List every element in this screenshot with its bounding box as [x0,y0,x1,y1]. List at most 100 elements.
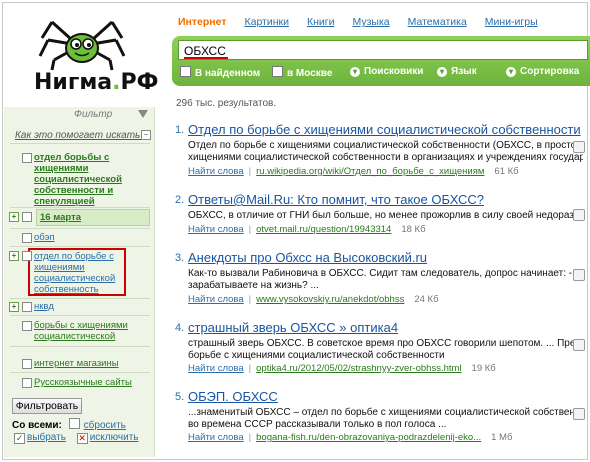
filter-item-obep[interactable]: обэп [34,232,55,243]
filter-checkbox[interactable] [22,378,32,388]
results-count: 296 тыс. результатов. [176,98,277,109]
result-url[interactable]: bogana-fish.ru/den-obrazovaniya-podrazde… [256,432,481,443]
option-label: В найденном [195,68,261,79]
nav-mini-games[interactable]: Мини-игры [485,16,538,28]
result-title-link[interactable]: страшный зверь ОБХСС » оптика4 [188,320,398,335]
filter-item-theft-fight[interactable]: борьбы с хищениями социалистической [34,320,128,342]
filter-item-line: спекуляцией [34,196,95,207]
checkbox-icon[interactable] [272,66,283,77]
search-result: 4. страшный зверь ОБХСС » оптика4 страшн… [175,320,585,380]
option-label: Сортировка [520,66,580,77]
filter-checkbox[interactable] [22,302,32,312]
result-title-link[interactable]: Отдел по борьбе с хищениями социалистиче… [188,122,581,137]
cross-icon[interactable]: ✕ [76,433,88,444]
result-meta: Найти слова | www.vysokovskiy.ru/anekdot/o… [188,294,439,305]
reset-link[interactable]: сбросить [84,420,126,431]
filter-item-russian-sites[interactable]: Русскоязычные сайты [34,377,132,388]
option-language[interactable]: ▾ Язык [437,66,477,77]
option-in-found[interactable]: В найденном [180,66,260,79]
snippet-line: страшный зверь ОБХСС. В советское время … [188,338,583,349]
collapse-icon[interactable]: − [141,130,151,140]
preview-icon[interactable] [573,408,585,420]
result-snippet: ...знаменитый ОБХСС – отдел по борьбе с … [188,407,583,431]
nav-math[interactable]: Математика [408,16,467,28]
spider-icon [38,20,126,71]
filter-item-line: борьбы с хищениями [34,320,128,331]
result-meta: Найти слова | ru.wikipedia.org/wiki/Отдел_… [188,166,519,177]
option-sort[interactable]: ▾ Сортировка [506,66,579,77]
result-title-link[interactable]: ОБЭП. ОБХСС [188,389,278,404]
choose-link[interactable]: выбрать [27,432,66,443]
exclude-link[interactable]: исключить [90,432,139,443]
divider [10,346,150,347]
find-words-link[interactable]: Найти слова [188,363,244,374]
search-result: 2. Ответы@Mail.Ru: Кто помнит, что такое… [175,192,585,242]
preview-icon[interactable] [573,339,585,351]
search-result: 3. Анекдоты про Обхсс на Высоковский.ru … [175,250,585,310]
result-url[interactable]: optika4.ru/2012/05/02/strashnyy-zver-obh… [256,363,461,374]
result-url[interactable]: ru.wikipedia.org/wiki/Отдел_по_борьбе_с_… [256,166,484,177]
filter-item-obhss-dept[interactable]: отдел по борьбе с хищениями социалистиче… [34,251,115,295]
chevron-down-icon: ▾ [437,67,447,77]
filter-item-line: хищениями [34,262,85,273]
filter-item-line: собственности и [34,185,114,196]
result-title-link[interactable]: Ответы@Mail.Ru: Кто помнит, что такое ОБ… [188,192,484,207]
search-input[interactable]: ОБХСС [178,40,588,60]
result-size: 1 Мб [491,432,513,443]
result-number: 5. [175,391,185,403]
divider [10,372,150,373]
filter-checkbox[interactable] [22,212,32,222]
divider [10,207,150,208]
nav-music[interactable]: Музыка [352,16,389,28]
apply-filter-button[interactable]: Фильтровать [12,398,82,414]
nigma-logo[interactable]: Нигма.РФ [12,10,172,95]
result-number: 1. [175,124,185,136]
nav-books[interactable]: Книги [307,16,334,28]
snippet-line: Отдел по борьбе с хищениями социалистиче… [188,140,583,151]
preview-icon[interactable] [573,141,585,153]
filter-item-obhss-speculation[interactable]: отдел борьбы с хищениями социалистическо… [34,152,122,207]
filter-checkbox[interactable] [22,153,32,163]
top-navigation: Интернет Картинки Книги Музыка Математика Мин… [178,16,556,32]
expand-plus-icon[interactable]: + [9,212,19,222]
result-size: 19 Кб [471,363,496,374]
filter-title: Фильтр [74,109,113,120]
result-url[interactable]: otvet.mail.ru/question/19943314 [256,224,391,235]
find-words-link[interactable]: Найти слова [188,294,244,305]
nav-images[interactable]: Картинки [244,16,289,28]
filter-item-date[interactable]: 16 марта [40,212,81,223]
option-label: Язык [451,66,477,77]
find-words-link[interactable]: Найти слова [188,224,244,235]
snippet-line: хищениями социалистической собственности… [188,152,583,163]
checkbox-icon[interactable] [68,418,80,429]
logo-rf-text: РФ [120,70,159,95]
preview-icon[interactable] [573,209,585,221]
checkbox-icon[interactable] [180,66,191,77]
option-in-moscow[interactable]: в Москве [272,66,332,79]
result-snippet: Как-то вызвали Рабиновича в ОБХСС. Сидит… [188,268,583,292]
filter-item-line: социалистической [34,273,116,284]
filter-checkbox[interactable] [22,233,32,243]
expand-plus-icon[interactable]: + [9,302,19,312]
filter-item-nkvd[interactable]: нквд [34,301,54,312]
expand-plus-icon[interactable]: + [9,251,19,261]
check-icon[interactable]: ✓ [14,433,25,444]
filter-checkbox[interactable] [22,251,32,261]
result-url[interactable]: www.vysokovskiy.ru/anekdot/obhss [256,294,404,305]
find-words-link[interactable]: Найти слова [188,166,244,177]
help-link[interactable]: Как это помогает искать? [15,130,146,141]
nav-internet[interactable]: Интернет [178,16,226,28]
logo-text: Нигма.РФ [34,70,158,95]
preview-icon[interactable] [573,269,585,281]
funnel-icon [138,110,148,118]
result-title-link[interactable]: Анекдоты про Обхсс на Высоковский.ru [188,250,427,265]
filter-checkbox[interactable] [22,359,32,369]
option-search-engines[interactable]: ▾ Поисковики [350,66,423,77]
snippet-line: ...знаменитый ОБХСС – отдел по борьбе с … [188,407,583,418]
option-label: в Москве [287,68,333,79]
find-words-link[interactable]: Найти слова [188,432,244,443]
filter-item-online-stores[interactable]: интернет магазины [34,358,119,369]
divider [10,143,150,144]
logo-dot: . [112,70,121,95]
filter-checkbox[interactable] [22,321,32,331]
